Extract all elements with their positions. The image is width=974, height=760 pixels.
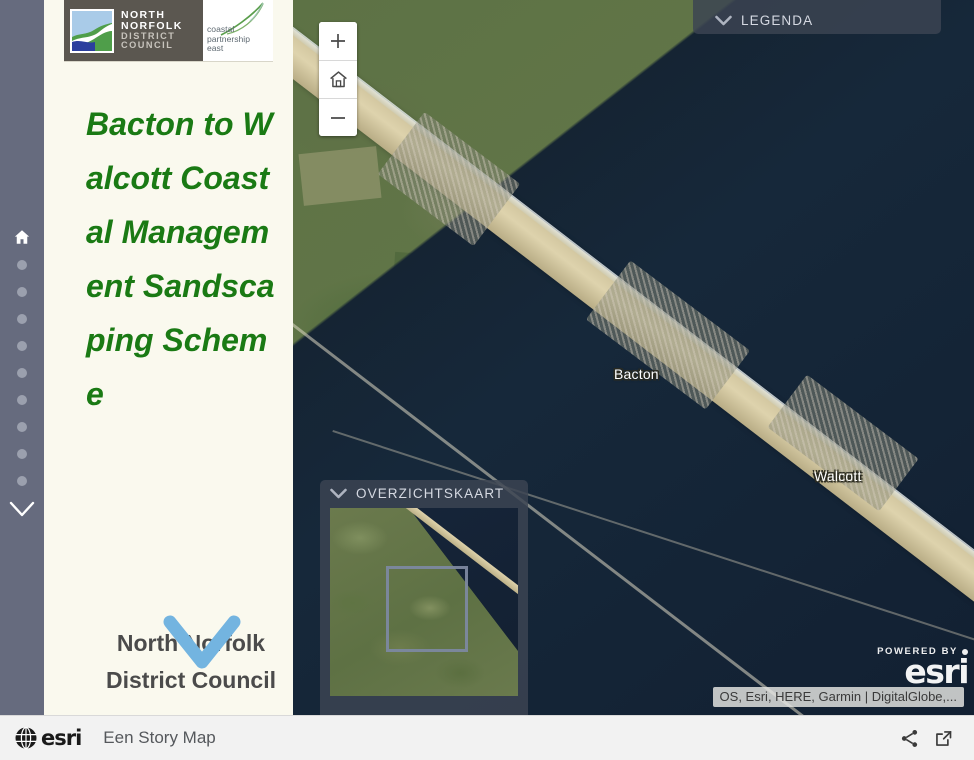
- north-norfolk-landscape-mark-icon: [70, 8, 114, 53]
- home-icon: [329, 71, 347, 88]
- overview-panel-title: OVERZICHTSKAART: [356, 486, 505, 501]
- council-name: NORTH NORFOLK DISTRICT COUNCIL: [121, 10, 183, 50]
- north-norfolk-district-council-logo: NORTH NORFOLK DISTRICT COUNCIL: [64, 0, 203, 61]
- overview-panel-header[interactable]: OVERZICHTSKAART: [320, 486, 528, 508]
- council-line-4: COUNCIL: [121, 40, 174, 51]
- share-button[interactable]: [892, 721, 926, 755]
- share-icon: [901, 729, 917, 747]
- nav-section-dot[interactable]: [17, 449, 27, 459]
- overview-inset-map[interactable]: [330, 508, 518, 696]
- nav-section-dot[interactable]: [17, 341, 27, 351]
- open-external-icon: [935, 730, 951, 746]
- nav-home-button[interactable]: [13, 228, 31, 246]
- nav-section-dot[interactable]: [17, 422, 27, 432]
- map-attribution[interactable]: OS, Esri, HERE, Garmin | DigitalGlobe,..…: [712, 687, 964, 707]
- header-divider: [64, 61, 273, 62]
- overview-extent-box[interactable]: [386, 566, 468, 652]
- cpe-line-3: east: [207, 43, 224, 54]
- plus-icon: [331, 34, 345, 48]
- chevron-down-icon: [715, 15, 732, 26]
- page-subtitle: North Norfolk District Council: [106, 630, 276, 693]
- esri-brand[interactable]: esri: [14, 725, 82, 750]
- coastal-partnership-east-logo: coastal partnership east: [203, 0, 273, 61]
- esri-globe-icon: [15, 726, 37, 750]
- story-side-panel: NORTH NORFOLK DISTRICT COUNCIL coastal p…: [44, 0, 293, 715]
- legend-panel-header[interactable]: LEGENDA: [705, 13, 823, 28]
- landscape-icon: [72, 10, 112, 51]
- story-nav-rail: [0, 0, 44, 715]
- header-logos: NORTH NORFOLK DISTRICT COUNCIL coastal p…: [64, 0, 273, 61]
- nav-section-dot[interactable]: [17, 395, 27, 405]
- story-map-app: Bacton Walcott POWERED BY esri OS, Esri,…: [0, 0, 974, 760]
- zoom-out-button[interactable]: [319, 98, 357, 136]
- nav-scroll-down-button[interactable]: [8, 498, 36, 522]
- chevron-down-icon: [9, 501, 35, 517]
- overview-map-panel[interactable]: OVERZICHTSKAART: [320, 480, 528, 730]
- map-zoom-controls[interactable]: [319, 22, 357, 136]
- page-title: Bacton to Walcott Coastal Management San…: [86, 106, 275, 412]
- nav-section-dot[interactable]: [17, 476, 27, 486]
- cpe-name: coastal partnership east: [207, 24, 250, 54]
- home-icon: [14, 230, 30, 244]
- nav-section-dot[interactable]: [17, 287, 27, 297]
- zoom-in-button[interactable]: [319, 22, 357, 60]
- open-external-button[interactable]: [926, 721, 960, 755]
- nav-section-dot[interactable]: [17, 260, 27, 270]
- nav-section-dot[interactable]: [17, 314, 27, 324]
- story-map-label: Een Story Map: [103, 728, 216, 747]
- esri-wordmark: esri: [41, 725, 82, 750]
- minus-icon: [331, 116, 345, 119]
- legend-panel-title: LEGENDA: [741, 13, 814, 28]
- chevron-down-icon: [330, 488, 347, 499]
- legend-panel[interactable]: LEGENDA: [693, 0, 941, 34]
- story-footer-bar: esri Een Story Map: [0, 715, 974, 760]
- map-home-button[interactable]: [319, 60, 357, 98]
- nav-section-dot[interactable]: [17, 368, 27, 378]
